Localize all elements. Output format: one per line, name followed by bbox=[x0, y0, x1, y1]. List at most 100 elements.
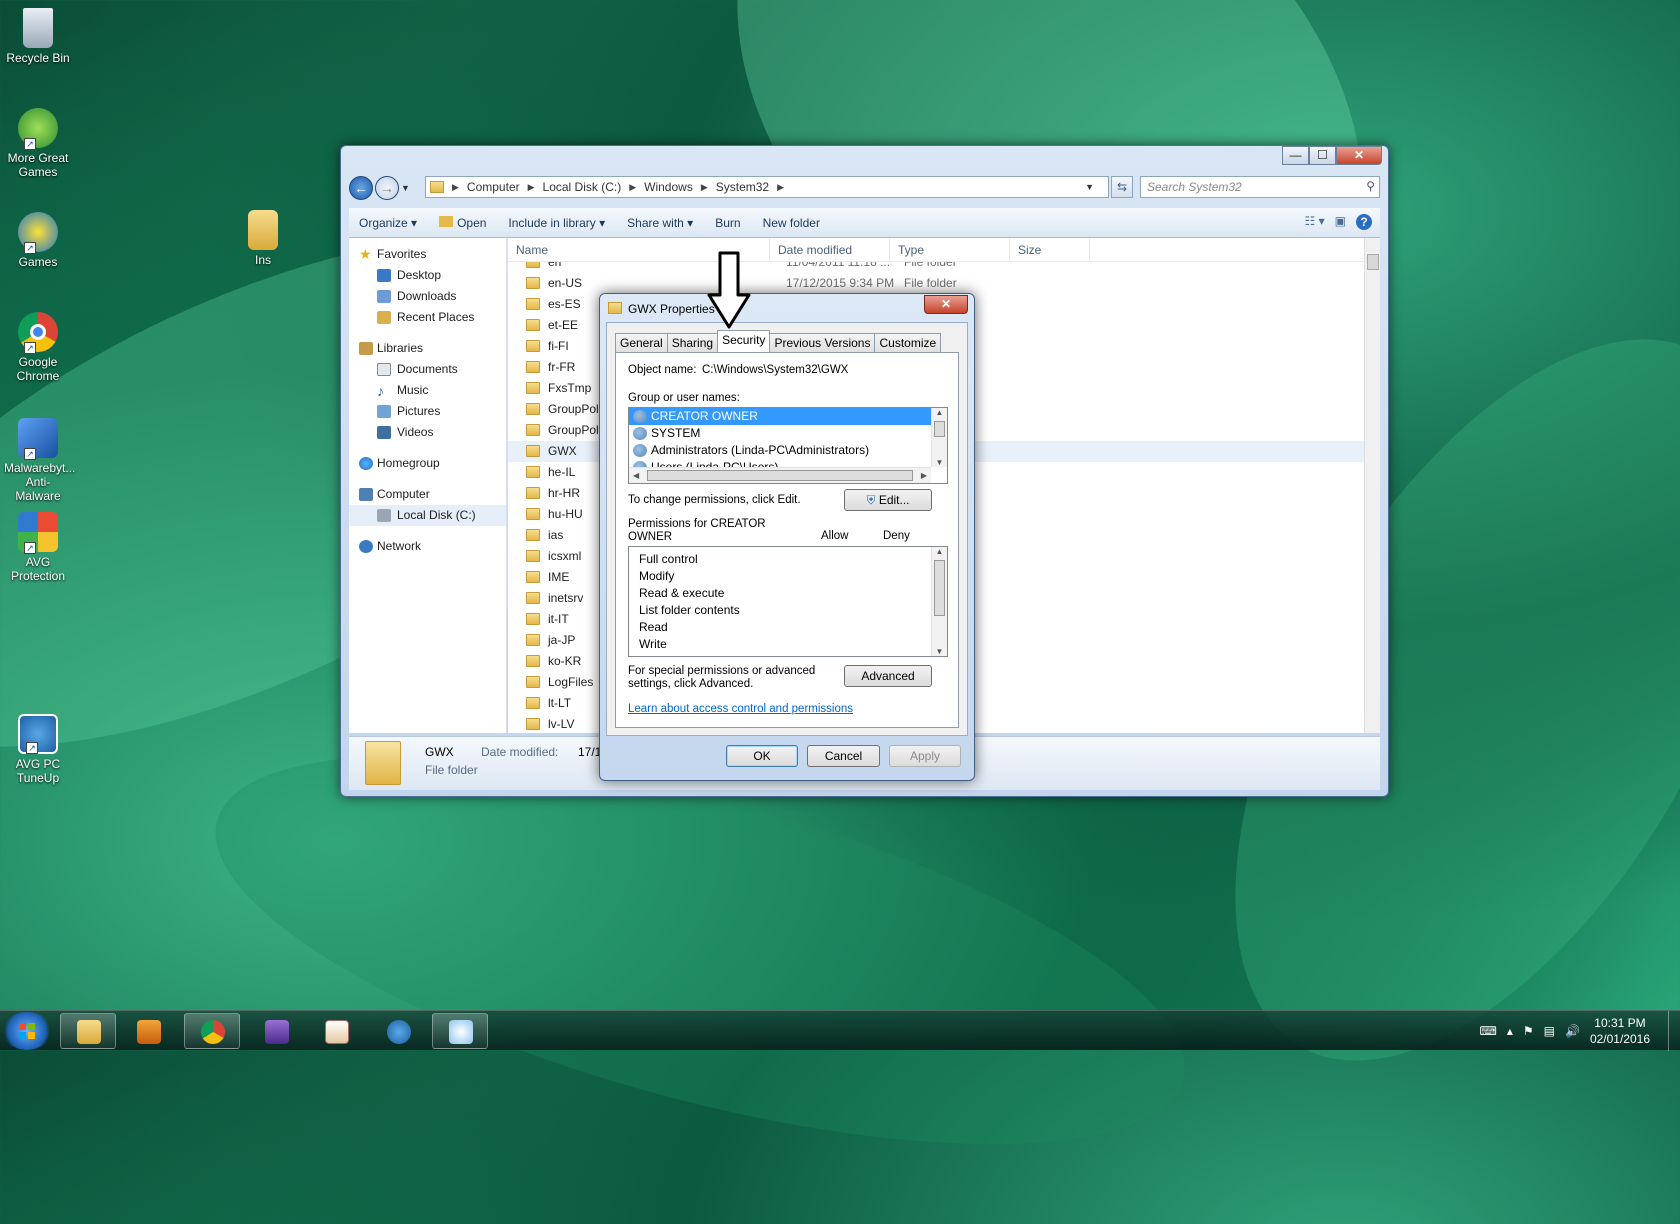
tab-security[interactable]: Security bbox=[717, 330, 771, 352]
recycle-bin[interactable]: Recycle Bin bbox=[4, 8, 72, 65]
more-great-games[interactable]: ↗ More Great Games bbox=[4, 108, 72, 179]
action-center-flag-icon[interactable]: ⚑ bbox=[1523, 1024, 1534, 1038]
taskbar-tuneup[interactable] bbox=[370, 1013, 426, 1049]
nav-libraries[interactable]: Libraries bbox=[349, 338, 506, 359]
file-row[interactable]: en 11/04/2011 11:18 ... File folder bbox=[508, 262, 1364, 273]
column-size[interactable]: Size bbox=[1010, 237, 1090, 262]
nav-homegroup[interactable]: Homegroup bbox=[349, 453, 506, 474]
user-creator-owner[interactable]: CREATOR OWNER bbox=[629, 408, 947, 425]
google-chrome[interactable]: ↗ Google Chrome bbox=[4, 312, 72, 383]
column-type[interactable]: Type bbox=[890, 237, 1010, 262]
breadcrumb-separator[interactable]: ▶ bbox=[777, 182, 784, 193]
address-bar[interactable]: ▶ Computer ▶ Local Disk (C:) ▶ Windows ▶… bbox=[425, 176, 1109, 198]
tab-sharing[interactable]: Sharing bbox=[666, 333, 719, 352]
user-list-hscroll[interactable]: ◀ ▶ bbox=[629, 467, 931, 483]
taskbar-cards[interactable] bbox=[248, 1013, 304, 1049]
user-list[interactable]: CREATOR OWNER SYSTEM Administrators (Lin… bbox=[628, 407, 948, 484]
breadcrumb-separator[interactable]: ▶ bbox=[528, 182, 535, 193]
nav-downloads[interactable]: Downloads bbox=[349, 286, 506, 307]
breadcrumb-system32[interactable]: System32 bbox=[716, 180, 769, 194]
breadcrumb-computer[interactable]: Computer bbox=[467, 180, 520, 194]
nav-recent-places[interactable]: Recent Places bbox=[349, 307, 506, 328]
apply-button[interactable]: Apply bbox=[889, 745, 961, 767]
scroll-up-icon[interactable]: ▲ bbox=[932, 408, 947, 417]
show-desktop-button[interactable] bbox=[1668, 1011, 1680, 1051]
advanced-button[interactable]: Advanced bbox=[844, 665, 932, 687]
learn-more-link[interactable]: Learn about access control and permissio… bbox=[628, 703, 853, 715]
cancel-button[interactable]: Cancel bbox=[807, 745, 880, 767]
scrollbar-thumb[interactable] bbox=[1367, 254, 1379, 270]
forward-button[interactable]: → bbox=[375, 176, 399, 200]
search-input[interactable]: Search System32 ⚲ bbox=[1140, 176, 1380, 198]
permissions-vscroll[interactable]: ▲ ▼ bbox=[931, 547, 947, 656]
permissions-list[interactable]: Full control Modify Read & execute List … bbox=[628, 546, 948, 657]
breadcrumb-separator[interactable]: ▶ bbox=[629, 182, 636, 193]
games[interactable]: ↗ Games bbox=[4, 212, 72, 269]
change-view-icon[interactable]: ☷ ▾ bbox=[1305, 214, 1325, 230]
column-date-modified[interactable]: Date modified bbox=[770, 237, 890, 262]
file-list-scrollbar[interactable] bbox=[1364, 238, 1380, 733]
organize-button[interactable]: Organize ▾ bbox=[359, 216, 417, 230]
maximize-button[interactable]: ☐ bbox=[1309, 146, 1336, 165]
tab-previous-versions[interactable]: Previous Versions bbox=[769, 333, 876, 352]
address-dropdown-icon[interactable]: ▼ bbox=[1085, 182, 1094, 192]
taskbar-solitaire[interactable] bbox=[308, 1013, 364, 1049]
recent-pages-dropdown-icon[interactable]: ▼ bbox=[401, 183, 410, 193]
edit-button[interactable]: ⛨ Edit... bbox=[844, 489, 932, 511]
user-list-vscroll[interactable]: ▲ ▼ bbox=[931, 408, 947, 467]
taskbar-explorer[interactable] bbox=[60, 1013, 116, 1049]
ok-button[interactable]: OK bbox=[726, 745, 798, 767]
new-folder-button[interactable]: New folder bbox=[763, 216, 820, 230]
nav-videos[interactable]: Videos bbox=[349, 422, 506, 443]
breadcrumb-local-disk[interactable]: Local Disk (C:) bbox=[543, 180, 622, 194]
close-button[interactable]: ✕ bbox=[1336, 146, 1382, 165]
network-tray-icon[interactable]: ▤ bbox=[1544, 1024, 1555, 1038]
taskbar-paint[interactable] bbox=[432, 1013, 488, 1049]
open-button[interactable]: Open bbox=[439, 215, 486, 230]
refresh-button[interactable]: ⇆ bbox=[1111, 176, 1133, 198]
nav-pictures[interactable]: Pictures bbox=[349, 401, 506, 422]
malwarebytes[interactable]: ↗ Malwarebyt... Anti-Malware bbox=[4, 418, 75, 503]
tab-general[interactable]: General bbox=[615, 333, 668, 352]
volume-icon[interactable]: 🔊 bbox=[1565, 1024, 1580, 1038]
minimize-button[interactable]: — bbox=[1282, 146, 1309, 165]
scrollbar-thumb[interactable] bbox=[934, 560, 945, 616]
avg-protection[interactable]: ↗ AVG Protection bbox=[4, 512, 72, 583]
ins[interactable]: Ins bbox=[230, 210, 296, 267]
nav-computer[interactable]: Computer bbox=[349, 484, 506, 505]
breadcrumb-separator[interactable]: ▶ bbox=[701, 182, 708, 193]
scrollbar-thumb[interactable] bbox=[934, 421, 945, 437]
user-system[interactable]: SYSTEM bbox=[629, 425, 947, 442]
avg-pc-tuneup[interactable]: ↗ AVG PC TuneUp bbox=[4, 714, 72, 785]
nav-favorites[interactable]: ★ Favorites bbox=[349, 244, 506, 265]
scroll-left-icon[interactable]: ◀ bbox=[633, 471, 639, 480]
scroll-down-icon[interactable]: ▼ bbox=[932, 458, 947, 467]
tab-customize[interactable]: Customize bbox=[874, 333, 942, 352]
burn-button[interactable]: Burn bbox=[715, 216, 740, 230]
dialog-close-button[interactable]: ✕ bbox=[924, 295, 968, 314]
nav-music[interactable]: ♪ Music bbox=[349, 380, 506, 401]
nav-documents[interactable]: Documents bbox=[349, 359, 506, 380]
help-icon[interactable]: ? bbox=[1356, 214, 1372, 230]
breadcrumb-windows[interactable]: Windows bbox=[644, 180, 693, 194]
scroll-up-icon[interactable]: ▲ bbox=[932, 547, 947, 556]
scrollbar-thumb[interactable] bbox=[647, 470, 913, 481]
preview-pane-icon[interactable]: ▣ bbox=[1335, 214, 1346, 230]
scroll-right-icon[interactable]: ▶ bbox=[921, 471, 927, 480]
keyboard-icon[interactable]: ⌨ bbox=[1480, 1024, 1497, 1038]
start-button[interactable] bbox=[2, 1012, 52, 1050]
nav-network[interactable]: Network bbox=[349, 536, 506, 557]
taskbar-media-player[interactable] bbox=[120, 1013, 176, 1049]
back-button[interactable]: ← bbox=[349, 176, 373, 200]
taskbar-chrome[interactable] bbox=[184, 1013, 240, 1049]
include-in-library-button[interactable]: Include in library ▾ bbox=[508, 216, 605, 230]
breadcrumb-separator[interactable]: ▶ bbox=[452, 182, 459, 193]
user-administrators[interactable]: Administrators (Linda-PC\Administrators) bbox=[629, 442, 947, 459]
show-hidden-icons-icon[interactable]: ▴ bbox=[1507, 1024, 1513, 1038]
nav-desktop[interactable]: Desktop bbox=[349, 265, 506, 286]
clock[interactable]: 10:31 PM 02/01/2016 bbox=[1590, 1015, 1650, 1047]
scroll-down-icon[interactable]: ▼ bbox=[932, 647, 947, 656]
share-with-button[interactable]: Share with ▾ bbox=[627, 216, 693, 230]
nav-local-disk[interactable]: Local Disk (C:) bbox=[349, 505, 506, 526]
file-row[interactable]: en-US 17/12/2015 9:34 PM File folder bbox=[508, 273, 1364, 294]
